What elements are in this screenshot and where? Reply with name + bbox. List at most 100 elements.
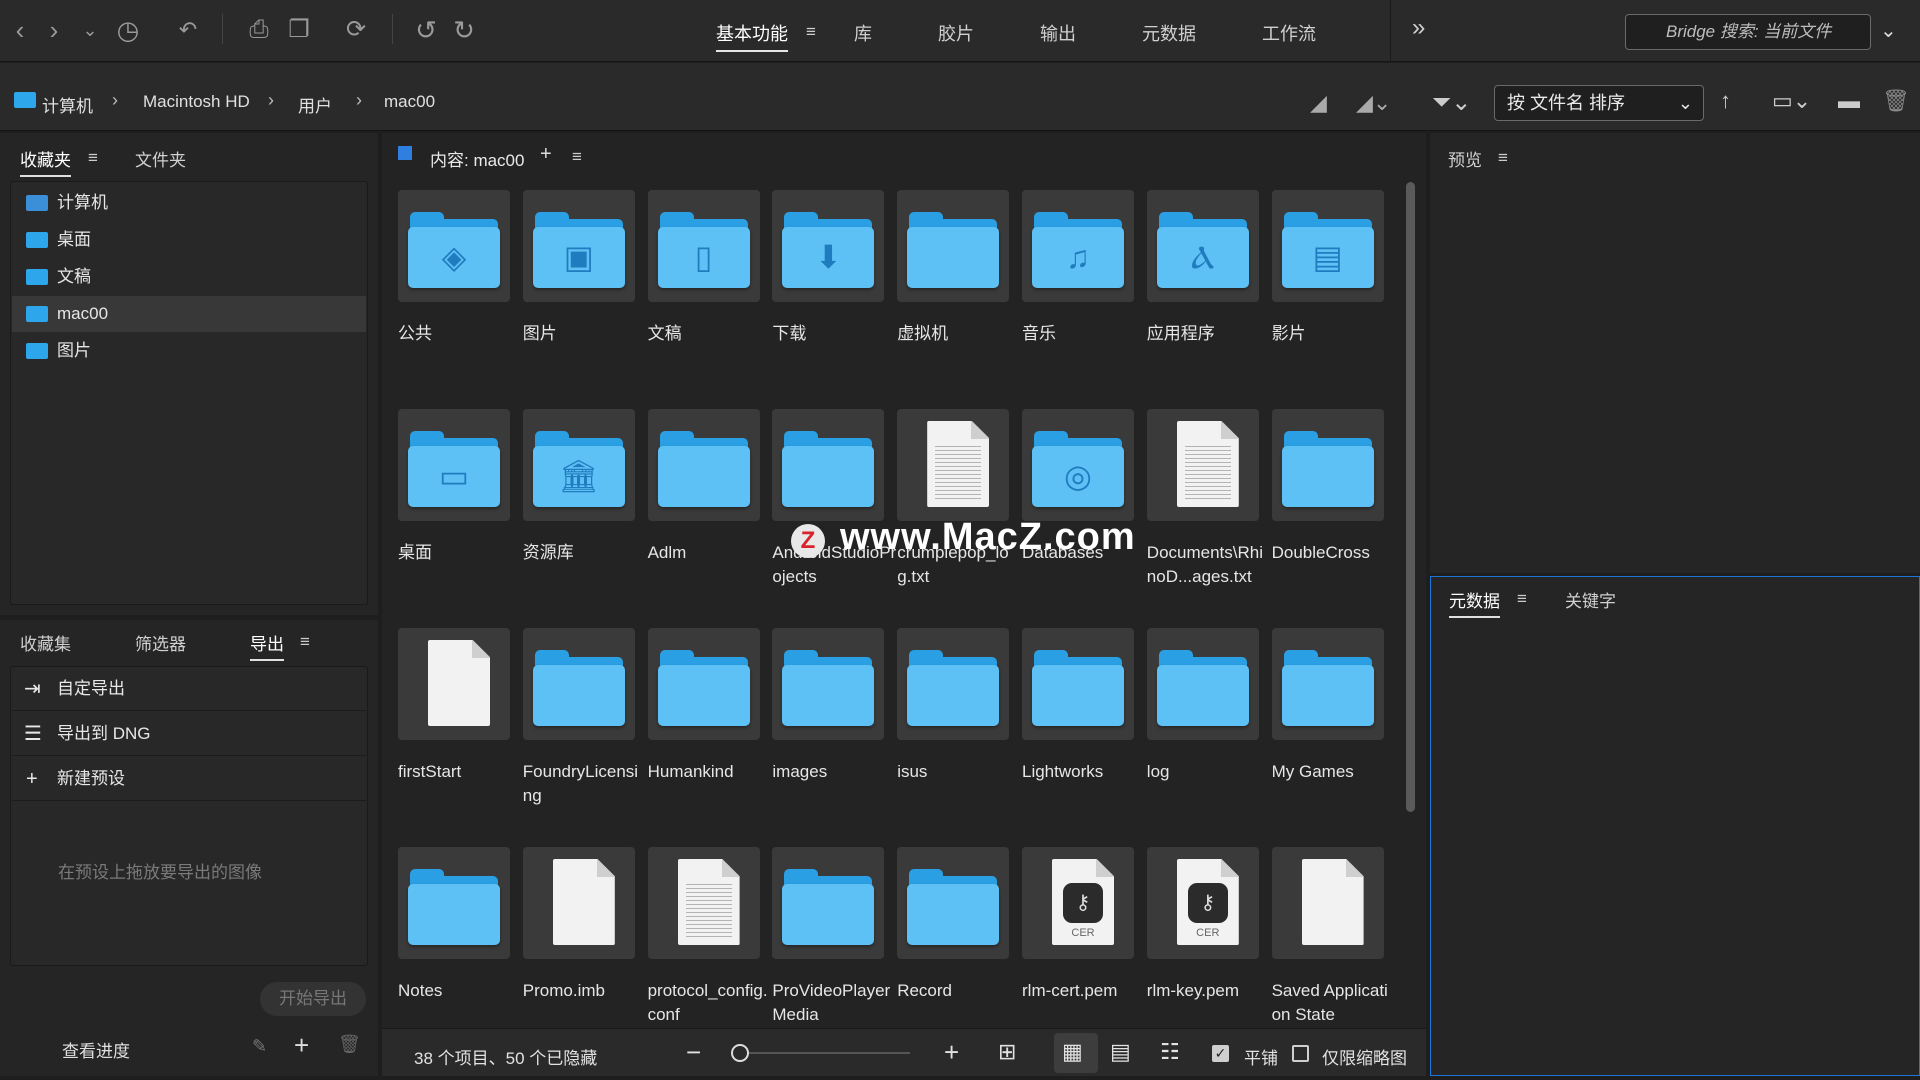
details-view-icon[interactable]: ▤ [1110,1039,1131,1065]
favorite-item-mac00[interactable]: mac00 [12,296,366,332]
panel-menu-icon[interactable]: ≡ [300,632,310,652]
grid-item[interactable]: Adlm [647,409,772,629]
sort-dropdown[interactable]: 按 文件名 排序 ⌄ [1494,85,1704,121]
more-workspaces-button[interactable]: » [1412,14,1425,42]
search-input[interactable]: Bridge 搜索: 当前文件 [1625,14,1871,50]
grid-item[interactable]: ◈ 公共 [398,190,522,410]
workspace-menu-icon[interactable]: ≡ [806,22,816,42]
quality-icon[interactable]: ◢ [1310,90,1327,116]
grid-item[interactable]: isus [897,628,1021,848]
add-tab-icon[interactable]: + [540,143,552,166]
item-thumbnail: ◈ [398,190,510,302]
tab-collections[interactable]: 收藏集 [20,630,71,655]
boomerang-icon[interactable]: ↶ [172,14,204,46]
trash-icon[interactable]: 🗑 [1882,88,1910,114]
workspace-tab-essentials[interactable]: 基本功能 [716,20,788,52]
grid-item[interactable]: ⬇ 下载 [772,190,896,410]
panel-menu-icon[interactable]: ≡ [572,147,582,167]
panel-menu-icon[interactable]: ≡ [1498,148,1508,168]
grid-item[interactable]: 虚拟机 [897,190,1021,410]
export-item-custom[interactable]: ⇥ 自定导出 [12,667,366,711]
recent-history-icon[interactable]: ◷ [112,14,144,46]
folder-icon: ▯ [657,212,750,288]
list-view-icon[interactable]: ☷ [1160,1039,1180,1065]
zoom-in-icon[interactable]: + [944,1037,959,1068]
favorite-item-documents[interactable]: 文稿 [12,259,366,295]
breadcrumb-macintosh-hd[interactable]: Macintosh HD [143,92,250,112]
tab-metadata[interactable]: 元数据 [1449,587,1500,618]
tab-export[interactable]: 导出 [250,630,284,661]
item-label: Saved Application State [1271,981,1388,1024]
grid-item[interactable]: ▯ 文稿 [647,190,772,410]
back-icon[interactable]: ‹ [4,14,36,46]
grid-item[interactable]: My Games [1271,628,1396,848]
panel-menu-icon[interactable]: ≡ [88,148,98,168]
watermark-logo: Z [791,524,825,558]
item-label: images [772,762,828,781]
grid-item[interactable]: ▭ 桌面 [398,409,522,629]
refine-icon[interactable]: ⟳ [340,14,372,46]
export-item-new-preset[interactable]: + 新建预设 [12,757,366,801]
delete-icon[interactable]: 🗑 [338,1034,361,1055]
workspace-tab-library[interactable]: 库 [854,20,872,46]
favorite-item-desktop[interactable]: 桌面 [12,222,366,258]
thumbnail-size-slider[interactable] [740,1052,910,1054]
grid-item[interactable]: images [772,628,896,848]
view-progress-link[interactable]: 查看进度 [62,1037,130,1062]
filter-icon[interactable]: ⏷⌄ [1432,88,1471,117]
edit-icon[interactable]: ✎ [252,1036,267,1057]
favorite-item-pictures[interactable]: 图片 [12,333,366,369]
breadcrumb-mac00[interactable]: mac00 [384,92,435,112]
grid-lock-icon[interactable]: ⊞ [998,1039,1016,1065]
add-preset-icon[interactable]: + [294,1030,309,1061]
rotate-left-icon[interactable]: ↺ [410,14,442,46]
workspace-tab-output[interactable]: 输出 [1040,20,1076,46]
slider-knob[interactable] [731,1044,749,1062]
document-icon [677,859,740,945]
folder-icon: ▣ [532,212,625,288]
start-export-button[interactable]: 开始导出 [260,982,366,1016]
grid-item[interactable]: 🏛 资源库 [522,409,647,629]
panel-menu-icon[interactable]: ≡ [1517,589,1527,609]
grid-item[interactable]: Documents\RhinoD...ages.txt [1146,409,1271,629]
copy-icon[interactable]: ❐ [283,14,315,46]
grid-item[interactable]: Lightworks [1022,628,1146,848]
favorite-label: mac00 [57,304,109,323]
grid-item[interactable]: Humankind [647,628,772,848]
rating-filter-icon[interactable]: ◢⌄ [1356,90,1391,116]
sort-ascending-icon[interactable]: ↑ [1720,88,1731,114]
tile-checkbox[interactable]: ✓ [1212,1045,1229,1062]
grid-item[interactable]: Ⲁ 应用程序 [1146,190,1271,410]
content-scrollbar[interactable] [1406,182,1415,812]
workspace-tab-filmstrip[interactable]: 胶片 [938,20,974,46]
recent-folder-icon[interactable]: ▭⌄ [1772,88,1811,114]
grid-item[interactable]: firstStart [398,628,522,848]
zoom-out-icon[interactable]: − [686,1037,701,1068]
tab-favorites[interactable]: 收藏夹 [20,146,71,177]
tab-filter[interactable]: 筛选器 [135,630,186,655]
breadcrumb-users[interactable]: 用户 [298,92,332,117]
rotate-right-icon[interactable]: ↻ [448,14,480,46]
grid-item[interactable]: FoundryLicensing [522,628,647,848]
grid-item[interactable]: DoubleCross [1271,409,1396,629]
new-folder-icon[interactable]: ▬ [1838,88,1860,114]
breadcrumb-computer[interactable]: 计算机 [42,92,93,117]
grid-item[interactable]: ▤ 影片 [1271,190,1396,410]
grid-item[interactable]: log [1146,628,1271,848]
camera-import-icon[interactable]: ⎙ [243,14,275,46]
chevron-down-icon[interactable]: ⌄ [74,14,106,46]
item-thumbnail: ▯ [647,190,760,302]
grid-item[interactable]: ♫ 音乐 [1022,190,1146,410]
thumbnails-only-checkbox[interactable] [1292,1045,1309,1062]
tab-preview[interactable]: 预览 [1448,146,1482,171]
favorite-item-computer[interactable]: 计算机 [12,185,366,221]
export-item-dng[interactable]: ☰ 导出到 DNG [12,712,366,756]
workspace-tab-metadata[interactable]: 元数据 [1142,20,1196,46]
forward-icon[interactable]: › [38,14,70,46]
search-options-chevron-icon[interactable]: ⌄ [1880,18,1897,43]
tab-keywords[interactable]: 关键字 [1565,587,1616,612]
grid-item[interactable]: ▣ 图片 [522,190,647,410]
workspace-tab-workflow[interactable]: 工作流 [1262,20,1316,46]
folder-icon [907,650,1000,726]
tab-folders[interactable]: 文件夹 [135,146,186,171]
